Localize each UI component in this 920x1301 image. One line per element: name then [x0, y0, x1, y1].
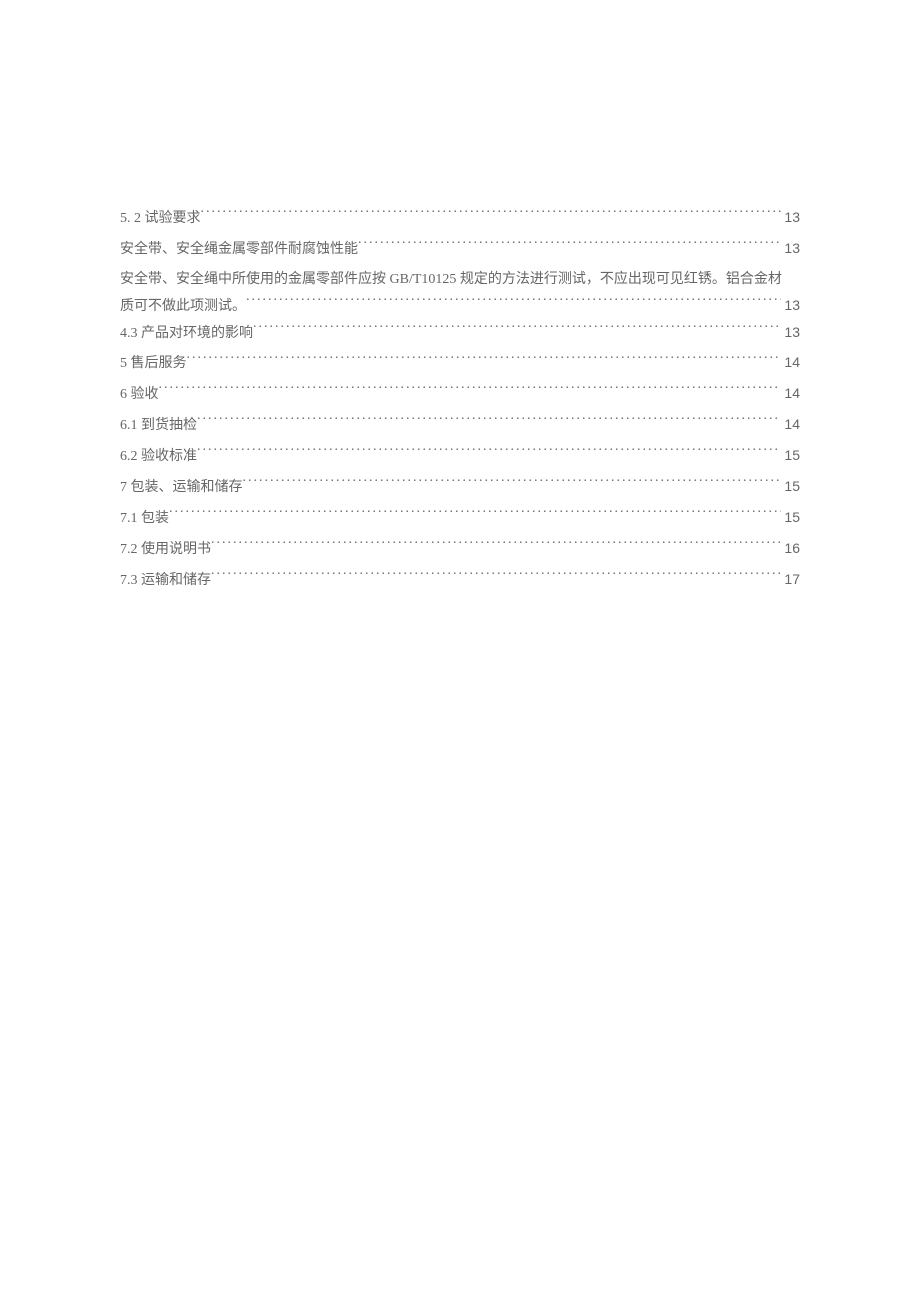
toc-leader — [211, 570, 781, 584]
toc-leader — [159, 384, 782, 398]
toc-page: 13 — [781, 205, 800, 231]
toc-page: 14 — [781, 412, 800, 438]
toc-entry: 5. 2 试验要求 13 — [120, 205, 800, 232]
toc-page: 13 — [781, 293, 800, 319]
toc-entry: 7 包装、运输和储存 15 — [120, 474, 800, 501]
toc-title: 6 验收 — [120, 382, 159, 408]
toc-leader — [169, 508, 781, 522]
toc-title: 4.3 产品对环境的影响 — [120, 321, 253, 347]
toc-title: 7.2 使用说明书 — [120, 537, 211, 563]
toc-entry: 6.2 验收标准 15 — [120, 443, 800, 470]
toc-title: 6.2 验收标准 — [120, 444, 197, 470]
toc-entry: 6.1 到货抽检 14 — [120, 412, 800, 439]
toc-page: 14 — [781, 350, 800, 376]
toc-page: 13 — [781, 320, 800, 346]
toc-list: 5. 2 试验要求 13 安全带、安全绳金属零部件耐腐蚀性能 13 安全带、安全… — [120, 205, 800, 594]
toc-page: 15 — [781, 443, 800, 469]
toc-page: 14 — [781, 381, 800, 407]
toc-title: 5. 2 试验要求 — [120, 206, 201, 232]
toc-entry: 7.3 运输和储存 17 — [120, 567, 800, 594]
toc-leader — [197, 415, 781, 429]
toc-title: 7.1 包装 — [120, 506, 169, 532]
toc-entry: 6 验收 14 — [120, 381, 800, 408]
toc-leader — [253, 323, 781, 337]
toc-title: 安全带、安全绳金属零部件耐腐蚀性能 — [120, 237, 358, 263]
toc-leader — [201, 208, 782, 222]
toc-leader — [243, 477, 782, 491]
toc-title: 7.3 运输和储存 — [120, 568, 211, 594]
toc-leader — [197, 446, 781, 460]
toc-title: 6.1 到货抽检 — [120, 413, 197, 439]
toc-page: 13 — [781, 236, 800, 262]
toc-title-line2: 质可不做此项测试。 — [120, 294, 246, 320]
toc-leader — [246, 296, 781, 310]
toc-title-line1: 安全带、安全绳中所使用的金属零部件应按 GB/T10125 规定的方法进行测试，… — [120, 272, 782, 287]
toc-page: 16 — [781, 536, 800, 562]
toc-page: 15 — [781, 505, 800, 531]
toc-entry: 7.1 包装 15 — [120, 505, 800, 532]
toc-entry: 安全带、安全绳金属零部件耐腐蚀性能 13 — [120, 236, 800, 263]
toc-entry: 4.3 产品对环境的影响 13 — [120, 320, 800, 347]
toc-page: 15 — [781, 474, 800, 500]
toc-entry: 安全带、安全绳中所使用的金属零部件应按 GB/T10125 规定的方法进行测试，… — [120, 267, 800, 320]
toc-entry: 5 售后服务 14 — [120, 350, 800, 377]
toc-title: 5 售后服务 — [120, 351, 187, 377]
toc-leader — [211, 539, 781, 553]
toc-title: 7 包装、运输和储存 — [120, 475, 243, 501]
toc-page: 17 — [781, 567, 800, 593]
toc-leader — [358, 239, 781, 253]
toc-leader — [187, 353, 782, 367]
toc-entry: 7.2 使用说明书 16 — [120, 536, 800, 563]
